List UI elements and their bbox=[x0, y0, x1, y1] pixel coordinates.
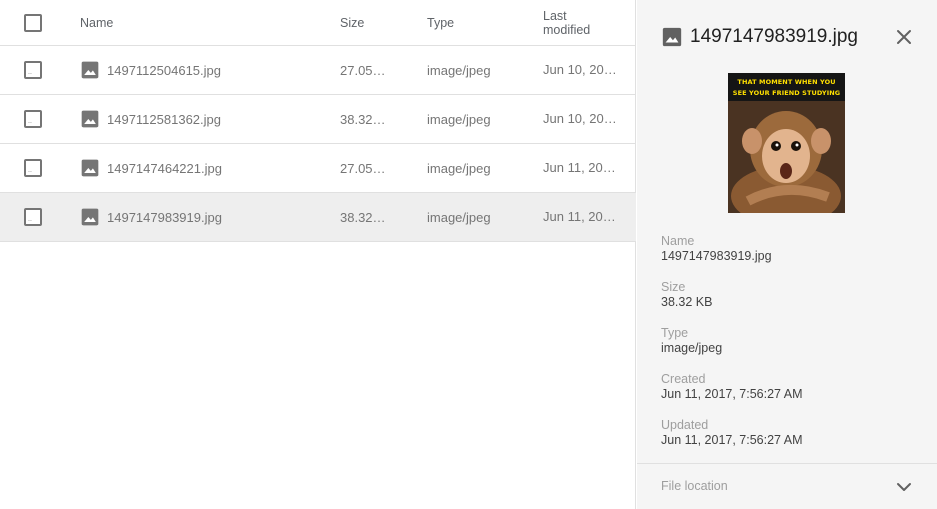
property-label: Type bbox=[661, 326, 689, 340]
checkbox-mark: .. bbox=[28, 118, 32, 125]
file-name: 1497112504615.jpg bbox=[107, 62, 221, 78]
detail-title: 1497147983919.jpg bbox=[690, 26, 859, 47]
property-name: Name 1497147983919.jpg bbox=[661, 234, 772, 264]
file-name: 1497147464221.jpg bbox=[107, 160, 222, 176]
monkey-picture bbox=[728, 101, 845, 213]
file-location-section[interactable]: File location bbox=[637, 463, 937, 509]
row-checkbox[interactable]: .. bbox=[24, 110, 42, 128]
property-label: Size bbox=[661, 280, 686, 294]
property-value: Jun 11, 2017, 7:56:27 AM bbox=[661, 433, 803, 447]
file-size: 38.32… bbox=[340, 209, 386, 225]
property-size: Size 38.32 KB bbox=[661, 280, 712, 310]
image-icon bbox=[80, 109, 100, 129]
file-location-label: File location bbox=[661, 479, 728, 493]
file-type: image/jpeg bbox=[427, 160, 491, 176]
checkbox-mark: .. bbox=[28, 167, 32, 174]
column-header-last-modified[interactable]: Last modified bbox=[543, 0, 590, 45]
row-checkbox-cell: .. bbox=[24, 46, 44, 94]
property-value: 38.32 KB bbox=[661, 295, 713, 309]
file-type: image/jpeg bbox=[427, 209, 491, 225]
table-row-selected[interactable]: .. 1497147983919.jpg 38.32… image/jpeg J… bbox=[0, 193, 636, 242]
detail-pane: 1497147983919.jpg THAT MOMENT WHEN YOU S… bbox=[637, 0, 937, 509]
row-checkbox-cell: .. bbox=[24, 193, 44, 241]
chevron-down-icon[interactable] bbox=[895, 478, 913, 496]
table-row[interactable]: .. 1497147464221.jpg 27.05… image/jpeg J… bbox=[0, 144, 636, 193]
row-checkbox[interactable]: .. bbox=[24, 61, 42, 79]
table-row[interactable]: .. 1497112504615.jpg 27.05… image/jpeg J… bbox=[0, 46, 636, 95]
file-name: 1497112581362.jpg bbox=[107, 111, 221, 127]
checkbox-mark: .. bbox=[28, 216, 32, 223]
file-name-cell[interactable]: 1497147983919.jpg bbox=[80, 193, 222, 241]
file-size: 27.05… bbox=[340, 62, 386, 78]
row-checkbox[interactable]: .. bbox=[24, 208, 42, 226]
preview-caption-line2: SEE YOUR FRIEND STUDYING bbox=[732, 89, 841, 97]
preview-caption-line1: THAT MOMENT WHEN YOU bbox=[737, 78, 836, 86]
image-icon bbox=[80, 158, 100, 178]
column-header-last-modified-line2: modified bbox=[543, 22, 591, 37]
list-header: Name Size Type Last modified bbox=[0, 0, 636, 46]
file-modified: Jun 11, 20… bbox=[543, 160, 616, 175]
property-value: Jun 11, 2017, 7:56:27 AM bbox=[661, 387, 803, 401]
detail-header: 1497147983919.jpg bbox=[661, 22, 858, 52]
file-modified: Jun 10, 20… bbox=[543, 62, 617, 77]
property-created: Created Jun 11, 2017, 7:56:27 AM bbox=[661, 372, 803, 402]
row-checkbox-cell: .. bbox=[24, 95, 44, 143]
checkbox-mark: .. bbox=[28, 69, 32, 76]
property-updated: Updated Jun 11, 2017, 7:56:27 AM bbox=[661, 418, 803, 448]
image-icon bbox=[80, 207, 100, 227]
file-name-cell[interactable]: 1497112504615.jpg bbox=[80, 46, 221, 94]
file-list: Name Size Type Last modified .. 14971125… bbox=[0, 0, 636, 509]
select-all-cell bbox=[24, 0, 44, 45]
close-icon[interactable] bbox=[894, 27, 914, 47]
file-type: image/jpeg bbox=[427, 62, 491, 78]
property-value: image/jpeg bbox=[661, 341, 723, 355]
file-size: 27.05… bbox=[340, 160, 386, 176]
property-label: Name bbox=[661, 234, 695, 248]
image-icon bbox=[661, 26, 683, 48]
preview-caption: THAT MOMENT WHEN YOU SEE YOUR FRIEND STU… bbox=[728, 73, 845, 103]
column-header-type[interactable]: Type bbox=[427, 0, 454, 45]
property-type: Type image/jpeg bbox=[661, 326, 722, 356]
row-checkbox[interactable]: .. bbox=[24, 159, 42, 177]
file-name: 1497147983919.jpg bbox=[107, 209, 222, 225]
image-icon bbox=[80, 60, 100, 80]
column-header-last-modified-line1: Last bbox=[543, 8, 567, 23]
file-size: 38.32… bbox=[340, 111, 386, 127]
image-preview: THAT MOMENT WHEN YOU SEE YOUR FRIEND STU… bbox=[728, 73, 845, 213]
select-all-checkbox[interactable] bbox=[24, 13, 42, 32]
file-type: image/jpeg bbox=[427, 111, 491, 127]
property-value: 1497147983919.jpg bbox=[661, 249, 772, 263]
file-name-cell[interactable]: 1497112581362.jpg bbox=[80, 95, 221, 143]
row-checkbox-cell: .. bbox=[24, 144, 44, 192]
table-row[interactable]: .. 1497112581362.jpg 38.32… image/jpeg J… bbox=[0, 95, 636, 144]
property-label: Created bbox=[661, 372, 706, 386]
column-header-size[interactable]: Size bbox=[340, 0, 364, 45]
file-name-cell[interactable]: 1497147464221.jpg bbox=[80, 144, 222, 192]
column-header-name[interactable]: Name bbox=[80, 0, 113, 45]
property-label: Updated bbox=[661, 418, 709, 432]
file-modified: Jun 11, 20… bbox=[543, 209, 616, 224]
file-modified: Jun 10, 20… bbox=[543, 111, 617, 126]
